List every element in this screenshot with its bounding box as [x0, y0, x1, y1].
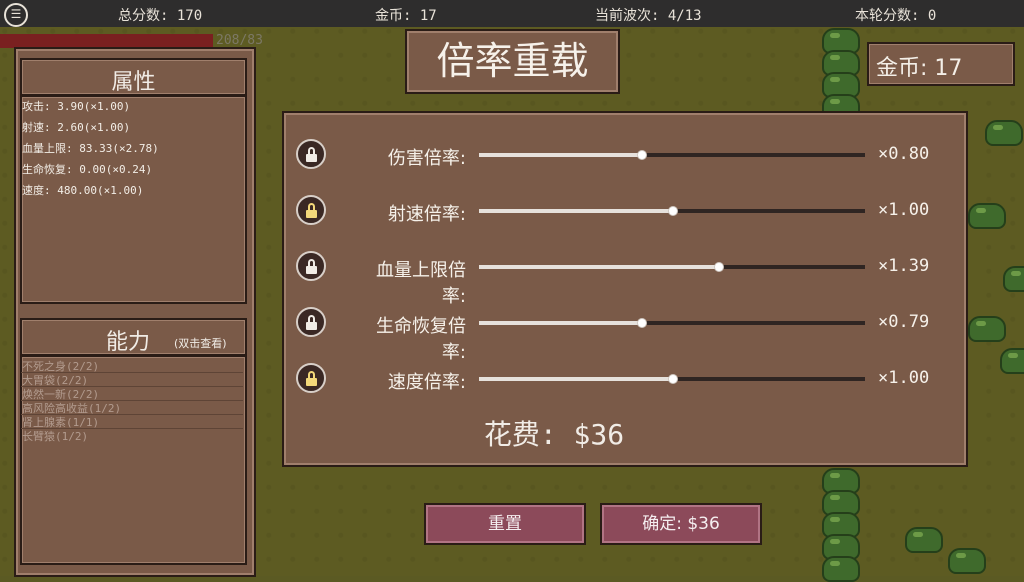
lock-icon[interactable]: [296, 307, 326, 337]
multiplier-value: ×1.39: [878, 256, 930, 276]
multiplier-value: ×0.79: [878, 312, 930, 332]
lock-icon[interactable]: [296, 251, 326, 281]
lock-icon[interactable]: [296, 363, 326, 393]
total-score: 总分数: 170: [118, 8, 203, 24]
bush: [985, 120, 1023, 146]
health-bar: [0, 34, 213, 48]
abilities-hint: (双击查看): [174, 337, 227, 350]
lock-icon[interactable]: [296, 139, 326, 169]
slider-fill: [479, 153, 642, 157]
bush: [968, 316, 1006, 342]
tree-column-top: [822, 28, 860, 120]
tree-column-bottom: [822, 468, 860, 582]
slider-fill: [479, 377, 672, 381]
attribute-line: 生命恢复: 0.00(×0.24): [22, 163, 153, 176]
attributes-title: 属性: [111, 70, 156, 95]
multiplier-label: 射速倍率:: [387, 204, 466, 225]
bush: [1000, 348, 1024, 374]
multiplier-label: 血量上限倍率:: [376, 260, 466, 307]
abilities-header: 能力 (双击查看): [20, 318, 247, 356]
slider-handle[interactable]: [668, 374, 678, 384]
attribute-line: 血量上限: 83.33(×2.78): [22, 142, 159, 155]
attributes-header: 属性: [20, 58, 247, 96]
multiplier-value: ×1.00: [878, 200, 930, 220]
slider-handle[interactable]: [637, 318, 648, 328]
slider-fill: [479, 209, 672, 213]
health-text: 208/83: [216, 33, 263, 48]
multiplier-value: ×0.80: [878, 144, 930, 164]
attribute-line: 射速: 2.60(×1.00): [22, 121, 131, 134]
multiplier-row: 伤害倍率: ×0.80: [284, 134, 964, 174]
cost-label: 花费: $36: [483, 418, 625, 451]
slider-handle[interactable]: [714, 262, 725, 272]
bush: [905, 527, 943, 553]
multiplier-panel: 伤害倍率: ×0.80 射速倍率: ×1.00 血量上限倍率: ×1.39 生命恢复倍率: ×…: [282, 111, 968, 467]
menu-icon[interactable]: ☰: [4, 3, 28, 27]
multiplier-row: 生命恢复倍率: ×0.79: [284, 302, 964, 363]
bush: [948, 548, 986, 574]
lock-icon[interactable]: [296, 195, 326, 225]
current-wave: 当前波次: 4/13: [595, 8, 702, 24]
multiplier-slider[interactable]: [479, 150, 865, 160]
slider-handle[interactable]: [637, 150, 648, 160]
reset-button[interactable]: 重置: [424, 503, 586, 545]
coin-count: 金币: 17: [375, 8, 437, 24]
multiplier-row: 血量上限倍率: ×1.39: [284, 246, 964, 307]
abilities-title: 能力: [106, 330, 151, 355]
coin-display-label: 金币: 17: [876, 56, 963, 81]
slider-handle[interactable]: [668, 206, 678, 216]
confirm-button[interactable]: 确定: $36: [600, 503, 762, 545]
multiplier-row: 速度倍率: ×1.00: [284, 358, 964, 398]
multiplier-value: ×1.00: [878, 368, 930, 388]
round-score: 本轮分数: 0: [855, 8, 937, 24]
multiplier-slider[interactable]: [479, 206, 865, 216]
attribute-line: 速度: 480.00(×1.00): [22, 184, 144, 197]
top-status-bar: ☰ 总分数: 170 金币: 17 当前波次: 4/13 本轮分数: 0: [0, 0, 1024, 27]
multiplier-label: 速度倍率:: [387, 372, 466, 393]
slider-fill: [479, 321, 642, 325]
slider-fill: [479, 265, 719, 269]
bush: [968, 203, 1006, 229]
page-title: 倍率重载: [405, 29, 620, 94]
attribute-line: 攻击: 3.90(×1.00): [22, 100, 131, 113]
multiplier-row: 射速倍率: ×1.00: [284, 190, 964, 230]
multiplier-slider[interactable]: [479, 262, 865, 272]
multiplier-label: 伤害倍率:: [387, 148, 466, 169]
bush: [1003, 266, 1024, 292]
multiplier-slider[interactable]: [479, 318, 865, 328]
ability-item[interactable]: 长臂猿(1/2): [22, 428, 88, 444]
coin-display: 金币: 17: [867, 42, 1015, 86]
multiplier-slider[interactable]: [479, 374, 865, 384]
multiplier-label: 生命恢复倍率:: [376, 316, 466, 363]
